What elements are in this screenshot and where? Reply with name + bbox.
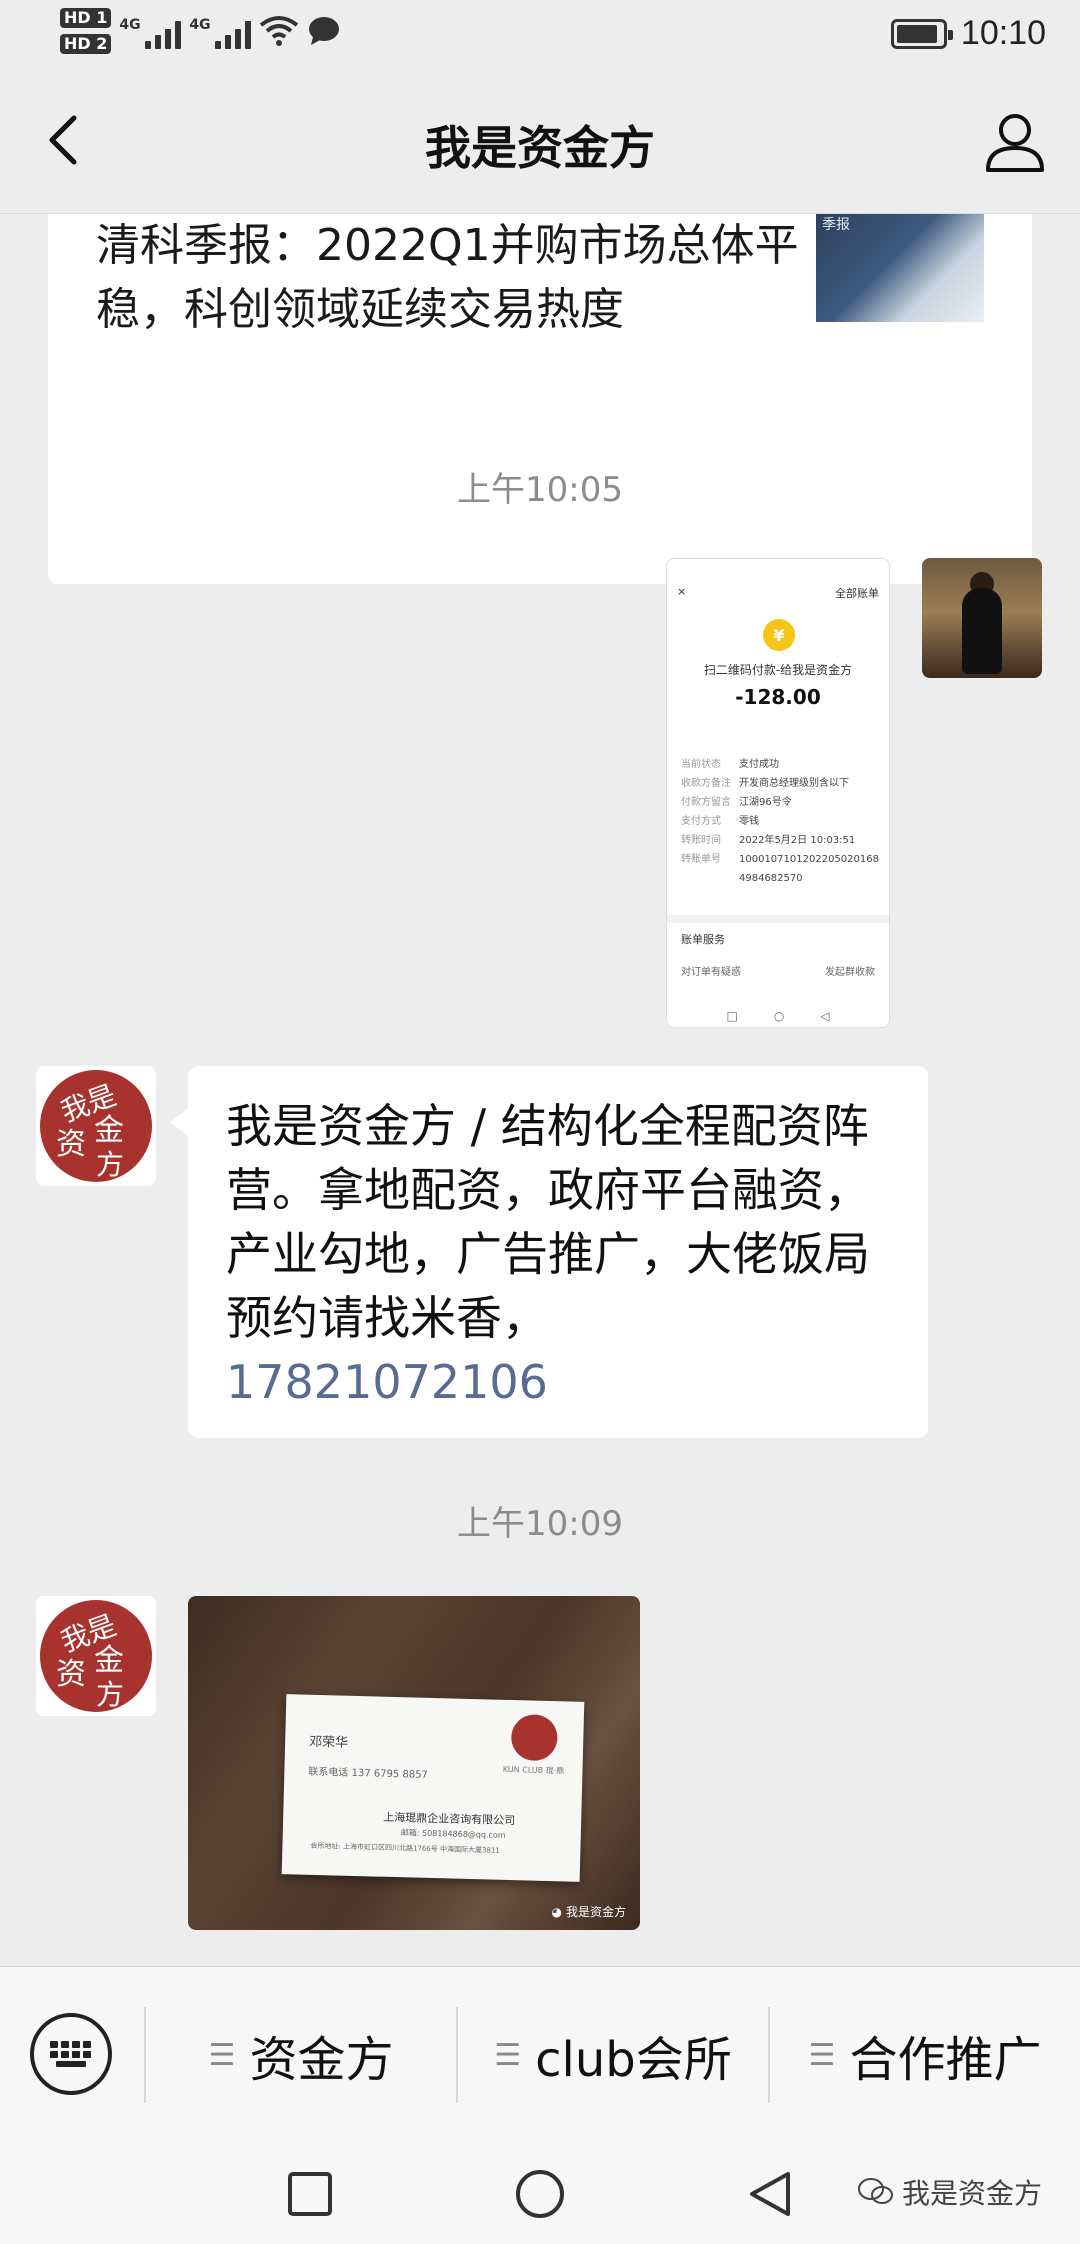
- seal-logo-icon: 我是 资 金 方: [40, 1600, 152, 1712]
- business-card: 邓荣华 联系电话 137 6795 8857 KUN CLUB 琨·鼎 上海琨鼎…: [281, 1694, 585, 1882]
- square-icon: □: [726, 1009, 738, 1023]
- receipt-service-label: 账单服务: [681, 933, 725, 946]
- triangle-back-icon[interactable]: [744, 2168, 796, 2220]
- card-logo-icon: [510, 1714, 558, 1762]
- receipt-row: 付款方留言 江湖96号令: [681, 797, 792, 808]
- circle-icon[interactable]: [514, 2168, 566, 2220]
- menu-list-icon: ☰: [494, 2037, 522, 2073]
- receipt-all-bills: 全部账单: [835, 587, 879, 600]
- svg-text:金: 金: [94, 1113, 124, 1148]
- square-icon[interactable]: [284, 2168, 336, 2220]
- signal-icon: 4G: [119, 13, 182, 49]
- receipt-row: 收款方备注 开发商总经理级别含以下: [681, 778, 849, 789]
- sender-avatar[interactable]: 我是 资 金 方: [36, 1596, 156, 1716]
- menu-list-icon: ☰: [808, 2037, 836, 2073]
- text-message-bubble[interactable]: 我是资金方 / 结构化全程配资阵营。拿地配资，政府平台融资，产业勾地，广告推广，…: [170, 1066, 928, 1438]
- watermark-text: 我是资金方: [901, 2177, 1042, 2210]
- status-bar: HD 1 HD 2 4G 4G 10:10: [0, 0, 1080, 72]
- svg-text:方: 方: [96, 1148, 124, 1181]
- receipt-row: 转账时间 2022年5月2日 10:03:51: [681, 835, 856, 846]
- keyboard-icon[interactable]: [30, 2013, 112, 2095]
- message-icon: [309, 17, 340, 45]
- circle-icon: ○: [773, 1009, 785, 1023]
- card-phone: 联系电话 137 6795 8857: [308, 1766, 429, 1781]
- svg-text:资: 资: [56, 1657, 86, 1692]
- article-card[interactable]: 清科季报：2022Q1并购市场总体平稳，科创领域延续交易热度 季报: [48, 214, 1032, 584]
- card-club: KUN CLUB 琨·鼎: [502, 1764, 565, 1776]
- menu-list-icon: ☰: [208, 2037, 236, 2073]
- timestamp-1: 上午10:05: [457, 470, 623, 510]
- battery-fill: [896, 24, 937, 43]
- status-right: 10:10: [890, 14, 1046, 53]
- card-name: 邓荣华: [308, 1734, 349, 1751]
- card-address: 会所地址: 上海市虹口区四川北路1766号 中海国际大厦3811: [310, 1841, 500, 1855]
- signal-icon-2: 4G: [189, 13, 252, 49]
- business-card-image[interactable]: 邓荣华 联系电话 137 6795 8857 KUN CLUB 琨·鼎 上海琨鼎…: [188, 1596, 640, 1930]
- receipt-amount: -128.00: [735, 685, 821, 709]
- svg-text:方: 方: [96, 1678, 124, 1711]
- hd2-badge: HD 2: [60, 34, 112, 54]
- chat-header: 我是资金方: [0, 72, 1080, 214]
- coin-icon: ¥: [763, 619, 795, 651]
- menu-item-funding[interactable]: ☰ 资金方: [146, 1967, 456, 2143]
- sender-avatar[interactable]: 我是 资 金 方: [36, 1066, 156, 1186]
- avatar-figure: [962, 588, 1002, 674]
- receipt-row: 支付方式 零钱: [681, 816, 759, 827]
- card-email: 邮箱: 508184868@qq.com: [400, 1828, 506, 1840]
- network-label-1: 4G: [119, 17, 141, 33]
- payment-receipt-image[interactable]: × 全部账单 ¥ 扫二维码付款-给我是资金方 -128.00 当前状态 支付成功 …: [666, 558, 890, 1028]
- receipt-merchant: 扫二维码付款-给我是资金方: [703, 663, 853, 677]
- receipt-link-question: 对订单有疑惑: [681, 967, 741, 978]
- svg-text:资: 资: [56, 1127, 86, 1162]
- thumb-text: 季报: [822, 217, 850, 233]
- receipt-link-group: 发起群收款: [825, 967, 875, 978]
- timestamp-2: 上午10:09: [457, 1504, 623, 1544]
- menu-item-label: club会所: [535, 2032, 732, 2088]
- menu-item-label: 资金方: [249, 2032, 394, 2088]
- receipt-header: × 全部账单: [677, 585, 879, 601]
- message-text: 我是资金方 / 结构化全程配资阵营。拿地配资，政府平台融资，产业勾地，广告推广，…: [226, 1099, 870, 1345]
- watermark-text: 我是资金方: [565, 1905, 626, 1919]
- menu-item-club[interactable]: ☰ club会所: [458, 1967, 768, 2143]
- chat-messages[interactable]: 清科季报：2022Q1并购市场总体平稳，科创领域延续交易热度 季报 上午10:0…: [0, 214, 1080, 1966]
- status-left: HD 1 HD 2 4G 4G: [60, 8, 341, 54]
- person-icon[interactable]: [980, 106, 1050, 176]
- status-time: 10:10: [960, 14, 1046, 52]
- receipt-row: 当前状态 支付成功: [681, 759, 779, 770]
- system-navigation: 我是资金方: [0, 2142, 1080, 2244]
- image-watermark: ◕ 我是资金方: [552, 1903, 627, 1920]
- card-company: 上海琨鼎企业咨询有限公司: [383, 1810, 516, 1828]
- menu-item-label: 合作推广: [849, 2032, 1042, 2088]
- official-account-menu: ☰ 资金方 ☰ club会所 ☰ 合作推广: [0, 1966, 1080, 2142]
- phone-link[interactable]: 17821072106: [226, 1355, 548, 1409]
- network-label-2: 4G: [189, 17, 211, 33]
- receipt-details: 当前状态 支付成功 收款方备注 开发商总经理级别含以下 付款方留言 江湖96号令 支付…: [681, 755, 881, 888]
- bottom-watermark: 我是资金方: [857, 2172, 1042, 2212]
- seal-logo-icon: 我是 资 金 方: [40, 1070, 152, 1182]
- svg-text:金: 金: [94, 1643, 124, 1678]
- battery-icon: [890, 18, 953, 49]
- wechat-icon: [857, 2178, 893, 2204]
- article-thumbnail: 季报: [816, 214, 984, 322]
- hd1-badge: HD 1: [60, 8, 112, 28]
- receipt-nav-icons: □ ○ ◁: [667, 1009, 889, 1023]
- receipt-close: ×: [677, 585, 687, 598]
- article-title: 清科季报：2022Q1并购市场总体平稳，科创领域延续交易热度: [96, 220, 799, 335]
- wechat-icon: ◕: [551, 1904, 562, 1919]
- menu-item-promotion[interactable]: ☰ 合作推广: [770, 1967, 1080, 2143]
- receipt-row: 转账单号 1000107101202205020168498468257​0: [681, 854, 879, 884]
- my-avatar[interactable]: [922, 558, 1042, 678]
- receipt-separator: [667, 915, 889, 923]
- back-triangle-icon: ◁: [820, 1009, 830, 1023]
- wifi-icon: [260, 16, 299, 46]
- hd-badges: HD 1 HD 2: [60, 8, 112, 54]
- receipt-links: 对订单有疑惑 发起群收款: [681, 963, 875, 978]
- chat-title: 我是资金方: [425, 121, 655, 175]
